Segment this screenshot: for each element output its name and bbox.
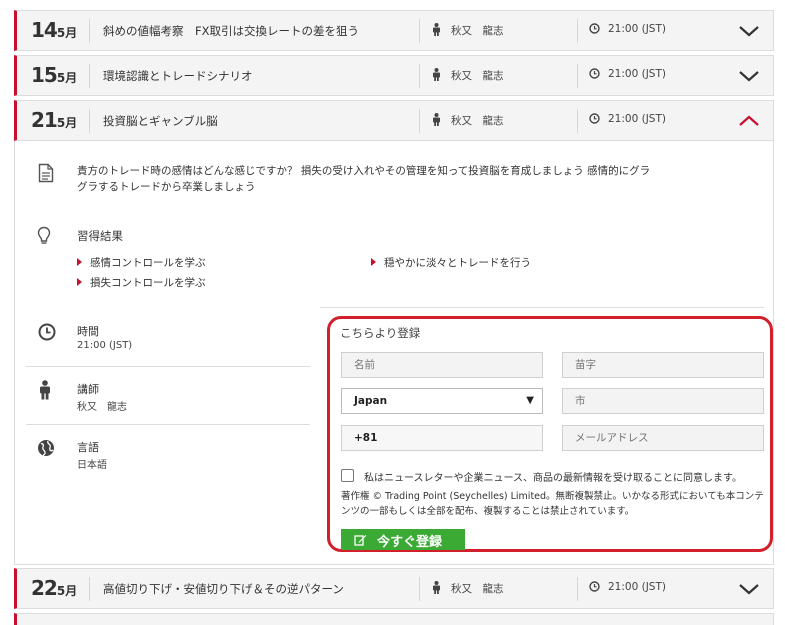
person-icon bbox=[433, 68, 440, 81]
divider bbox=[577, 64, 578, 88]
person-icon bbox=[433, 23, 440, 36]
webinar-row[interactable]: 155月 環境認識とトレードシナリオ 秋又 龍志 21:00 (JST) bbox=[14, 55, 774, 96]
divider bbox=[89, 19, 90, 43]
webinar-title: 斜めの値幅考察 FX取引は交換レートの差を狙う bbox=[103, 24, 359, 38]
webinar-title: 投資脳とギャンブル脳 bbox=[103, 114, 218, 128]
webinar-time: 21:00 (JST) bbox=[589, 23, 666, 35]
consent-checkbox[interactable] bbox=[341, 469, 354, 482]
chevron-up-icon[interactable] bbox=[737, 111, 761, 131]
webinar-date: 225月 bbox=[31, 576, 78, 600]
language-label: 言語 bbox=[77, 441, 99, 454]
lightbulb-icon bbox=[37, 226, 51, 244]
learn-title: 習得結果 bbox=[77, 229, 123, 243]
learn-item: 感情コントロールを学ぶ bbox=[77, 255, 206, 270]
webinar-time: 21:00 (JST) bbox=[589, 113, 666, 125]
chevron-down-icon[interactable] bbox=[737, 21, 761, 41]
webinar-row[interactable]: 145月 斜めの値幅考察 FX取引は交換レートの差を狙う 秋又 龍志 21:00… bbox=[14, 10, 774, 51]
webinar-title: 環境認識とトレードシナリオ bbox=[103, 69, 253, 83]
divider bbox=[89, 109, 90, 133]
clock-icon bbox=[589, 581, 600, 592]
register-now-button[interactable]: 今すぐ登録 bbox=[341, 529, 465, 550]
copyright-notice: 著作権 © Trading Point (Seychelles) Limited… bbox=[341, 491, 764, 517]
chevron-down-icon[interactable] bbox=[737, 66, 761, 86]
clock-icon bbox=[589, 113, 600, 124]
clock-icon bbox=[589, 68, 600, 79]
person-icon bbox=[433, 581, 440, 594]
webinar-speaker: 秋又 龍志 bbox=[432, 113, 504, 128]
divider bbox=[577, 109, 578, 133]
city-input[interactable] bbox=[562, 388, 764, 414]
registration-title: こちらより登録 bbox=[340, 326, 421, 340]
divider bbox=[26, 424, 310, 425]
last-name-input[interactable] bbox=[562, 352, 764, 378]
clock-icon bbox=[589, 23, 600, 34]
speaker-value: 秋又 龍志 bbox=[77, 402, 127, 413]
learn-item: 穏やかに淡々とトレードを行う bbox=[371, 255, 531, 270]
divider bbox=[89, 64, 90, 88]
person-icon bbox=[433, 113, 440, 126]
webinar-row[interactable] bbox=[14, 613, 774, 625]
divider bbox=[419, 109, 420, 133]
globe-icon bbox=[38, 440, 54, 456]
webinar-speaker: 秋又 龍志 bbox=[432, 581, 504, 596]
webinar-row[interactable]: 225月 高値切り下げ・安値切り下げ＆その逆パターン 秋又 龍志 21:00 (… bbox=[14, 568, 774, 609]
webinar-date: 155月 bbox=[31, 63, 78, 87]
learn-item: 損失コントロールを学ぶ bbox=[77, 275, 206, 290]
divider bbox=[577, 19, 578, 43]
speaker-label: 講師 bbox=[77, 383, 99, 396]
country-select[interactable]: Japan ▼ bbox=[341, 388, 543, 414]
webinar-title: 高値切り下げ・安値切り下げ＆その逆パターン bbox=[103, 582, 344, 596]
first-name-input[interactable] bbox=[341, 352, 543, 378]
webinar-date: 215月 bbox=[31, 108, 78, 132]
webinar-speaker: 秋又 龍志 bbox=[432, 68, 504, 83]
webinar-date: 145月 bbox=[31, 18, 78, 42]
chevron-down-icon[interactable] bbox=[737, 579, 761, 599]
webinar-time: 21:00 (JST) bbox=[589, 68, 666, 80]
consent-label: 私はニュースレターや企業ニュース、商品の最新情報を受け取ることに同意します。 bbox=[364, 473, 742, 484]
document-icon bbox=[38, 163, 54, 183]
divider bbox=[419, 64, 420, 88]
time-label: 時間 bbox=[77, 325, 99, 338]
webinar-speaker: 秋又 龍志 bbox=[432, 23, 504, 38]
divider bbox=[419, 577, 420, 601]
edit-icon bbox=[354, 535, 367, 546]
webinar-description: 貴方のトレード時の感情はどんな感じですか？ 損失の受け入れやその管理を知って投資… bbox=[77, 165, 651, 193]
divider bbox=[26, 366, 310, 367]
clock-icon bbox=[38, 323, 56, 341]
webinar-time: 21:00 (JST) bbox=[589, 581, 666, 593]
email-input[interactable] bbox=[562, 425, 764, 451]
divider bbox=[577, 577, 578, 601]
webinar-row-expanded[interactable]: 215月 投資脳とギャンブル脳 秋又 龍志 21:00 (JST) bbox=[14, 100, 774, 141]
time-value: 21:00 (JST) bbox=[77, 340, 133, 351]
phone-input[interactable]: +81 bbox=[341, 425, 543, 451]
divider bbox=[89, 577, 90, 601]
person-icon bbox=[40, 380, 50, 400]
language-value: 日本語 bbox=[77, 460, 107, 471]
divider bbox=[419, 19, 420, 43]
dropdown-arrow-icon: ▼ bbox=[526, 395, 534, 406]
divider bbox=[320, 307, 764, 308]
